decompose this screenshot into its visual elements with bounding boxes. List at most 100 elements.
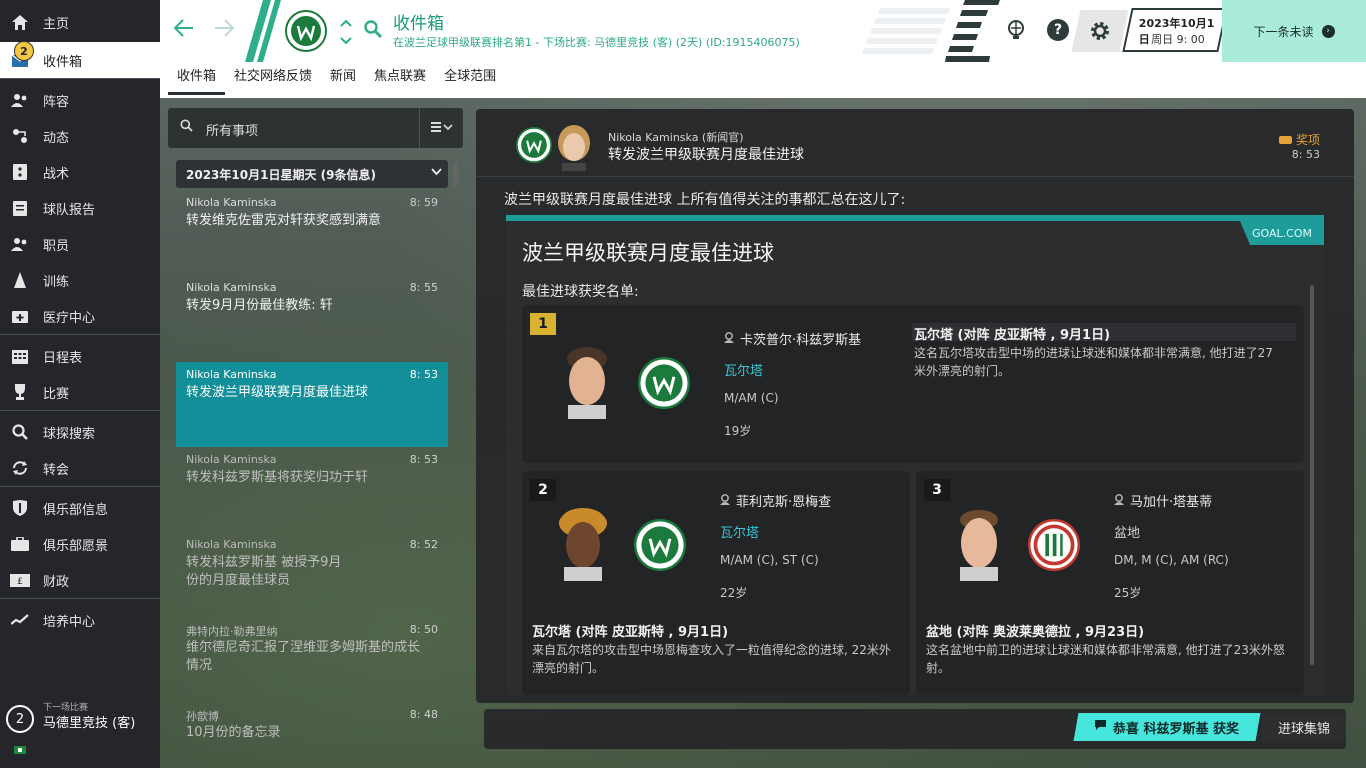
tab-focus-leagues[interactable]: 焦点联赛 xyxy=(365,62,435,98)
sidebar-item-club-vision[interactable]: 俱乐部愿景 xyxy=(0,526,160,562)
back-arrow-icon[interactable] xyxy=(173,18,194,43)
sidebar-item-competitions[interactable]: 比赛 xyxy=(0,374,160,410)
sidebar-item-label: 财政 xyxy=(43,574,70,590)
list-scrollbar[interactable] xyxy=(453,162,458,186)
message-item[interactable]: Nikola Kaminska 8: 52 转发科兹罗斯基 被授予9月份的月度最… xyxy=(176,532,448,617)
calendar-icon xyxy=(10,346,30,366)
message-item[interactable]: Nikola Kaminska 8: 59 转发维克佐雷克对轩获奖感到满意 xyxy=(176,190,448,275)
home-icon xyxy=(10,12,30,32)
list-options-button[interactable] xyxy=(419,108,463,148)
sidebar-item-staff[interactable]: 职员 xyxy=(0,226,160,262)
forward-arrow-icon[interactable] xyxy=(214,18,235,43)
message-sender: 弗特内拉·勒弗里纳 xyxy=(186,625,278,638)
tab-inbox[interactable]: 收件箱 xyxy=(168,62,226,98)
player-face[interactable] xyxy=(560,345,614,419)
message-time: 8: 53 xyxy=(1291,148,1320,161)
sidebar-item-label: 球队报告 xyxy=(43,202,96,218)
up-chevron-icon[interactable] xyxy=(340,16,352,31)
sidebar-item-scouting[interactable]: 球探搜索 xyxy=(0,414,160,450)
article-source-badge: GOAL.COM xyxy=(1240,221,1324,245)
sidebar-item-team-report[interactable]: 球队报告 xyxy=(0,190,160,226)
match-flag-icon xyxy=(14,746,26,757)
header: 收件箱 在波兰足球甲级联赛排名第1 - 下场比赛: 马德里竞技 (客) (2天)… xyxy=(160,0,1366,62)
message-item[interactable]: 孙歆博 8: 48 10月份的备忘录 xyxy=(176,702,448,768)
club-crest-warta[interactable] xyxy=(638,357,690,409)
menu-icon xyxy=(430,120,453,136)
article-scrollbar[interactable] xyxy=(1310,285,1314,665)
sidebar-item-home[interactable]: 主页 xyxy=(0,4,160,40)
club-crest-warta[interactable] xyxy=(516,127,552,163)
svg-text:£: £ xyxy=(17,577,23,587)
sidebar-item-label: 收件箱 xyxy=(43,54,83,70)
message-time: 8: 52 xyxy=(409,538,438,551)
sidebar-item-medical[interactable]: 医疗中心 xyxy=(0,298,160,334)
header-search-icon[interactable] xyxy=(364,20,383,42)
header-decoration xyxy=(862,0,1000,62)
transfer-icon xyxy=(10,458,30,478)
sidebar-item-dynamics[interactable]: 动态 xyxy=(0,118,160,154)
player-name[interactable]: 菲利克斯·恩梅查 xyxy=(720,491,831,510)
sidebar-item-label: 俱乐部信息 xyxy=(43,502,109,518)
player-club-link[interactable]: 瓦尔塔 xyxy=(724,360,763,379)
article-title: 波兰甲级联赛月度最佳进球 xyxy=(522,241,774,265)
sidebar-item-inbox[interactable]: 2 收件箱 xyxy=(0,41,160,78)
message-subject: 转发维克佐雷克对轩获奖感到满意 xyxy=(186,213,382,228)
club-crest-warta[interactable] xyxy=(285,10,327,52)
message-category-tag: 奖项 xyxy=(1278,131,1320,148)
player-age: 22岁 xyxy=(720,586,748,600)
staff-icon xyxy=(10,234,30,254)
next-unread-button[interactable]: 下一条未读 › xyxy=(1222,0,1366,62)
sidebar-item-schedule[interactable]: 日程表 xyxy=(0,338,160,374)
tactics-icon xyxy=(10,162,30,182)
date-group-label: 2023年10月1日星期天 (9条信息) xyxy=(186,167,376,182)
sender-avatar[interactable] xyxy=(556,125,592,171)
sidebar-item-label: 转会 xyxy=(43,462,70,478)
message-sender[interactable]: Nikola Kaminska (新闻官) xyxy=(608,129,744,145)
message-panel: Nikola Kaminska (新闻官) 转发波兰甲级联赛月度最佳进球 奖项 … xyxy=(476,109,1354,703)
tab-worldwide[interactable]: 全球范围 xyxy=(435,62,505,98)
filter-bar[interactable]: 所有事项 xyxy=(168,108,463,148)
current-date-box[interactable]: 2023年10月1日 周日 9: 00 xyxy=(1122,8,1228,52)
sidebar: 主页 2 收件箱 阵容 动态 战术 球队报告 职员 训练 医疗中心 日程表 比赛… xyxy=(0,0,160,768)
player-face[interactable] xyxy=(556,507,610,581)
club-crest-zaglebie[interactable] xyxy=(1028,519,1080,571)
tab-news[interactable]: 新闻 xyxy=(321,62,365,98)
settings-button[interactable] xyxy=(1071,10,1129,52)
sidebar-item-label: 主页 xyxy=(43,16,70,32)
page-subtitle[interactable]: 在波兰足球甲级联赛排名第1 - 下场比赛: 马德里竞技 (客) (2天) (ID… xyxy=(393,34,800,50)
goal-description: 这名盆地中前卫的进球让球迷和媒体都非常满意, 他打进了23米外怒射。 xyxy=(926,643,1285,675)
club-crest-warta[interactable] xyxy=(634,519,686,571)
sidebar-item-label: 医疗中心 xyxy=(43,310,96,326)
down-chevron-icon[interactable] xyxy=(340,34,352,49)
player-name[interactable]: 卡茨普尔·科兹罗斯基 xyxy=(724,329,861,348)
help-icon[interactable]: ? xyxy=(1047,19,1069,41)
message-item-selected[interactable]: Nikola Kaminska 8: 53 转发波兰甲级联赛月度最佳进球 xyxy=(176,362,448,447)
person-icon xyxy=(720,493,730,508)
message-item[interactable]: Nikola Kaminska 8: 53 转发科兹罗斯基将获奖归功于轩 xyxy=(176,447,448,532)
sidebar-item-squad[interactable]: 阵容 xyxy=(0,82,160,118)
player-club[interactable]: 盆地 xyxy=(1114,522,1140,541)
message-item[interactable]: Nikola Kaminska 8: 55 转发9月月份最佳教练: 轩 xyxy=(176,275,448,360)
message-item[interactable]: 弗特内拉·勒弗里纳 8: 50 维尔德尼奇汇报了涅维亚多姆斯基的成长情况 xyxy=(176,617,448,702)
sidebar-item-club-info[interactable]: 俱乐部信息 xyxy=(0,490,160,526)
player-club-link[interactable]: 瓦尔塔 xyxy=(720,522,759,541)
person-icon xyxy=(1114,493,1124,508)
message-sender: Nikola Kaminska xyxy=(186,196,277,209)
goal-highlights-button[interactable]: 进球集锦 xyxy=(1262,713,1346,741)
sidebar-item-transfers[interactable]: 转会 xyxy=(0,450,160,486)
message-subject: 维尔德尼奇汇报了涅维亚多姆斯基的成长情况 xyxy=(186,640,421,673)
globe-icon[interactable] xyxy=(1005,19,1027,41)
sidebar-item-development-center[interactable]: 培养中心 xyxy=(0,602,160,638)
congratulate-button[interactable]: 恭喜 科兹罗斯基 获奖 xyxy=(1073,713,1261,741)
player-name[interactable]: 马加什·塔基蒂 xyxy=(1114,491,1212,510)
next-match-widget[interactable]: 2 下一场比赛 马德里竞技 (客) xyxy=(0,698,160,768)
date-group-header[interactable]: 2023年10月1日星期天 (9条信息) xyxy=(176,160,448,188)
sidebar-item-tactics[interactable]: 战术 xyxy=(0,154,160,190)
goal-match-info: 瓦尔塔 (对阵 皮亚斯特 , 9月1日) xyxy=(914,328,1111,343)
briefcase-icon xyxy=(10,534,30,554)
tab-social-feed[interactable]: 社交网络反馈 xyxy=(225,62,321,98)
training-icon xyxy=(10,270,30,290)
sidebar-item-finances[interactable]: £ 财政 xyxy=(0,562,160,598)
sidebar-item-training[interactable]: 训练 xyxy=(0,262,160,298)
player-face[interactable] xyxy=(952,507,1006,581)
